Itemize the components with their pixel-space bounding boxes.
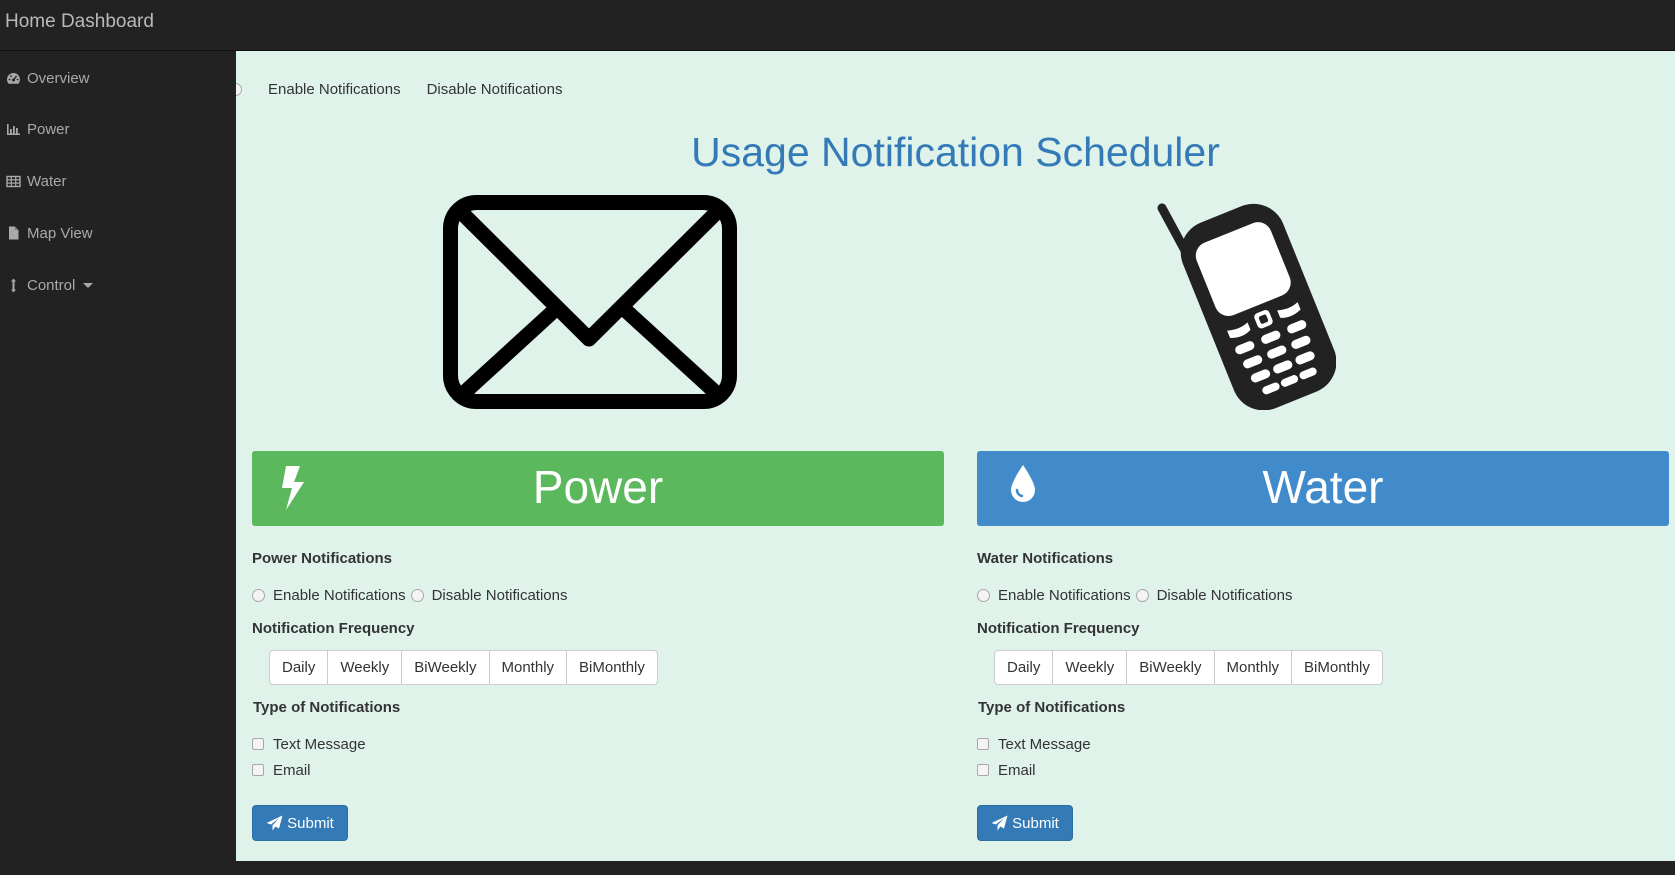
sidebar-item-power[interactable]: Power xyxy=(6,118,70,140)
water-banner: Water xyxy=(977,451,1669,526)
radio-water-disable[interactable] xyxy=(1135,588,1149,602)
sidebar-item-control[interactable]: Control xyxy=(6,274,94,296)
water-frequency-selector: Daily Weekly BiWeekly Monthly BiMonthly xyxy=(994,650,1383,685)
sidebar-item-overview[interactable]: Overview xyxy=(6,67,90,89)
disable-notifications-label: Disable Notifications xyxy=(426,80,563,98)
water-frequency-label: Notification Frequency xyxy=(977,620,1140,637)
power-banner-title: Power xyxy=(532,461,664,513)
checkbox-power-text-message[interactable] xyxy=(252,738,264,750)
water-frequency-weekly[interactable]: Weekly xyxy=(1053,651,1128,684)
power-type-email: Email xyxy=(252,760,311,780)
send-icon xyxy=(266,815,283,831)
water-frequency-bimonthly[interactable]: BiMonthly xyxy=(1292,651,1382,684)
enable-notifications-label: Enable Notifications xyxy=(268,80,401,98)
send-icon xyxy=(991,815,1008,831)
water-email-label: Email xyxy=(998,761,1036,779)
file-icon xyxy=(9,226,19,240)
submit-label: Submit xyxy=(1012,814,1059,832)
page-title: Usage Notification Scheduler xyxy=(691,129,1220,175)
power-notification-toggle: Enable Notifications Disable Notificatio… xyxy=(252,585,567,605)
checkbox-water-text-message[interactable] xyxy=(977,738,989,750)
power-notifications-label: Power Notifications xyxy=(252,550,393,567)
mobile-phone-icon xyxy=(1157,203,1336,410)
radio-water-enable[interactable] xyxy=(977,588,990,602)
submit-label: Submit xyxy=(287,814,334,832)
radio-enable-global[interactable] xyxy=(236,82,242,96)
checkbox-water-email[interactable] xyxy=(977,764,989,776)
global-notification-toggle: Enable Notifications Disable Notificatio… xyxy=(236,78,562,100)
power-submit-button[interactable]: Submit xyxy=(252,805,348,841)
radio-power-disable[interactable] xyxy=(410,588,424,602)
main-content: Enable Notifications Disable Notificatio… xyxy=(236,51,1675,861)
table-icon xyxy=(6,175,21,187)
radio-power-enable[interactable] xyxy=(252,588,265,602)
power-enable-label: Enable Notifications xyxy=(273,586,406,604)
sidebar-item-water[interactable]: Water xyxy=(6,170,66,192)
power-frequency-monthly[interactable]: Monthly xyxy=(490,651,568,684)
power-banner: Power xyxy=(252,451,944,526)
sidebar: Overview Power Water Map View Control xyxy=(0,51,236,875)
sidebar-item-map-view[interactable]: Map View xyxy=(6,222,93,244)
water-notifications-label: Water Notifications xyxy=(977,550,1114,567)
power-frequency-label: Notification Frequency xyxy=(252,620,415,637)
sidebar-item-label: Control xyxy=(27,276,76,294)
water-frequency-biweekly[interactable]: BiWeekly xyxy=(1127,651,1215,684)
water-type-email: Email xyxy=(977,760,1036,780)
resize-vertical-icon xyxy=(11,278,16,292)
power-type-label: Type of Notifications xyxy=(253,699,401,716)
sidebar-item-label: Map View xyxy=(27,224,93,242)
power-frequency-selector: Daily Weekly BiWeekly Monthly BiMonthly xyxy=(269,650,658,685)
water-banner-title: Water xyxy=(1262,461,1384,513)
sidebar-item-label: Water xyxy=(27,172,67,190)
bar-chart-icon xyxy=(7,123,20,135)
top-navbar: Home Dashboard xyxy=(0,0,1675,51)
power-frequency-daily[interactable]: Daily xyxy=(270,651,329,684)
water-submit-button[interactable]: Submit xyxy=(977,805,1073,841)
power-email-label: Email xyxy=(273,761,311,779)
water-type-text: Text Message xyxy=(977,734,1091,754)
water-frequency-monthly[interactable]: Monthly xyxy=(1215,651,1293,684)
water-disable-label: Disable Notifications xyxy=(1156,586,1293,604)
power-frequency-bimonthly[interactable]: BiMonthly xyxy=(567,651,657,684)
water-type-label: Type of Notifications xyxy=(978,699,1126,716)
sidebar-item-label: Overview xyxy=(27,69,90,87)
app-title[interactable]: Home Dashboard xyxy=(5,11,154,33)
water-frequency-daily[interactable]: Daily xyxy=(995,651,1054,684)
water-notification-toggle: Enable Notifications Disable Notificatio… xyxy=(977,585,1292,605)
power-frequency-biweekly[interactable]: BiWeekly xyxy=(402,651,490,684)
checkbox-power-email[interactable] xyxy=(252,764,264,776)
power-frequency-weekly[interactable]: Weekly xyxy=(328,651,403,684)
water-text-message-label: Text Message xyxy=(998,735,1091,753)
sidebar-item-label: Power xyxy=(27,120,70,138)
caret-down-icon[interactable] xyxy=(83,282,94,288)
water-enable-label: Enable Notifications xyxy=(998,586,1131,604)
envelope-icon xyxy=(443,195,737,409)
power-type-text: Text Message xyxy=(252,734,366,754)
power-text-message-label: Text Message xyxy=(273,735,366,753)
power-disable-label: Disable Notifications xyxy=(431,586,568,604)
dashboard-icon xyxy=(7,72,20,84)
